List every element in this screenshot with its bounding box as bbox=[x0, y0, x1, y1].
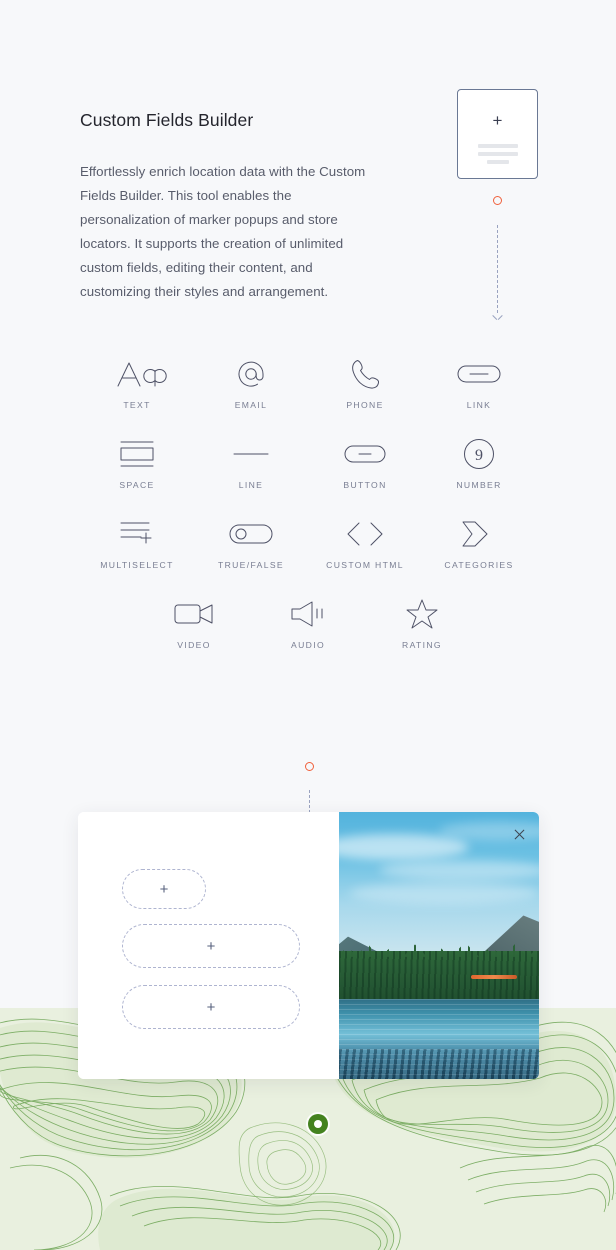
field-type-link[interactable]: LINK bbox=[422, 352, 536, 410]
link-chain-icon bbox=[422, 352, 536, 396]
close-icon[interactable] bbox=[513, 828, 526, 841]
field-type-email[interactable]: EMAIL bbox=[194, 352, 308, 410]
connector-dashed-line-top bbox=[497, 225, 498, 313]
field-type-categories[interactable]: CATEGORIES bbox=[422, 512, 536, 570]
field-type-row: TEXT EMAIL PHONE LINK bbox=[80, 352, 536, 410]
field-type-row: VIDEO AUDIO RATING bbox=[80, 592, 536, 650]
field-type-label: PHONE bbox=[346, 400, 384, 410]
builder-card-placeholder-lines bbox=[458, 144, 537, 168]
field-type-multiselect[interactable]: MULTISELECT bbox=[80, 512, 194, 570]
angle-brackets-icon bbox=[308, 512, 422, 556]
placeholder-line bbox=[477, 152, 518, 156]
text-aa-icon bbox=[80, 352, 194, 396]
add-field-medium-button[interactable]: + bbox=[122, 924, 300, 968]
field-type-audio[interactable]: AUDIO bbox=[251, 592, 365, 650]
page-title: Custom Fields Builder bbox=[80, 110, 254, 130]
horizontal-line-icon bbox=[194, 432, 308, 476]
field-type-label: TEXT bbox=[123, 400, 151, 410]
field-type-label: NUMBER bbox=[456, 480, 502, 490]
number-circle-icon: 9 bbox=[422, 432, 536, 476]
field-type-label: CUSTOM HTML bbox=[326, 560, 404, 570]
builder-card[interactable]: + bbox=[457, 89, 538, 179]
field-type-space[interactable]: SPACE bbox=[80, 432, 194, 490]
field-type-number[interactable]: 9 NUMBER bbox=[422, 432, 536, 490]
star-rating-icon bbox=[365, 592, 479, 636]
photo-cloud bbox=[379, 860, 539, 880]
button-pill-icon bbox=[308, 432, 422, 476]
photo-cloud bbox=[339, 834, 469, 860]
photo-canoe bbox=[471, 974, 517, 979]
tag-chevron-icon bbox=[422, 512, 536, 556]
placeholder-line bbox=[486, 160, 509, 164]
field-type-row: MULTISELECT TRUE/FALSE CUSTOM HTML CATEG… bbox=[80, 512, 536, 570]
field-type-label: LINE bbox=[238, 480, 264, 490]
builder-card-add-icon[interactable]: + bbox=[458, 112, 537, 129]
field-type-rating[interactable]: RATING bbox=[365, 592, 479, 650]
field-type-label: MULTISELECT bbox=[100, 560, 174, 570]
field-type-label: CATEGORIES bbox=[444, 560, 514, 570]
field-type-line[interactable]: LINE bbox=[194, 432, 308, 490]
field-type-label: EMAIL bbox=[234, 400, 268, 410]
field-type-label: BUTTON bbox=[343, 480, 387, 490]
video-camera-icon bbox=[137, 592, 251, 636]
lake-mountain-photo bbox=[339, 812, 539, 1079]
field-type-button[interactable]: BUTTON bbox=[308, 432, 422, 490]
page-description: Effortlessly enrich location data with t… bbox=[80, 164, 366, 299]
field-type-customhtml[interactable]: CUSTOM HTML bbox=[308, 512, 422, 570]
map-marker[interactable] bbox=[308, 1114, 328, 1134]
field-type-truefalse[interactable]: TRUE/FALSE bbox=[194, 512, 308, 570]
popup-fields-area: + + + bbox=[78, 812, 339, 1079]
space-block-icon bbox=[80, 432, 194, 476]
speaker-audio-icon bbox=[251, 592, 365, 636]
photo-water bbox=[339, 998, 539, 1079]
toggle-switch-icon bbox=[194, 512, 308, 556]
field-type-phone[interactable]: PHONE bbox=[308, 352, 422, 410]
photo-cloud bbox=[349, 882, 539, 904]
popup-panel: + + + bbox=[78, 812, 539, 1079]
field-type-label: SPACE bbox=[119, 480, 155, 490]
add-field-small-button[interactable]: + bbox=[122, 869, 206, 909]
add-field-large-button[interactable]: + bbox=[122, 985, 300, 1029]
field-type-row: SPACE LINE BUTTON 9 NUMBER bbox=[80, 432, 536, 490]
connector-ring-top bbox=[493, 196, 502, 205]
field-type-label: AUDIO bbox=[291, 640, 325, 650]
number-glyph: 9 bbox=[475, 447, 483, 464]
multiselect-lines-plus-icon bbox=[80, 512, 194, 556]
field-type-video[interactable]: VIDEO bbox=[137, 592, 251, 650]
field-type-text[interactable]: TEXT bbox=[80, 352, 194, 410]
field-type-label: VIDEO bbox=[177, 640, 211, 650]
at-sign-icon bbox=[194, 352, 308, 396]
field-type-grid: TEXT EMAIL PHONE LINK SPACE LINE BUTTON … bbox=[80, 352, 536, 672]
field-type-label: TRUE/FALSE bbox=[217, 560, 285, 570]
phone-handset-icon bbox=[308, 352, 422, 396]
field-type-label: LINK bbox=[466, 400, 492, 410]
connector-ring-middle bbox=[305, 762, 314, 771]
field-type-label: RATING bbox=[402, 640, 442, 650]
placeholder-line bbox=[477, 144, 518, 148]
popup-image-area bbox=[339, 812, 539, 1079]
page-root: Custom Fields Builder Effortlessly enric… bbox=[0, 0, 616, 1250]
connector-arrow-top bbox=[493, 315, 502, 322]
